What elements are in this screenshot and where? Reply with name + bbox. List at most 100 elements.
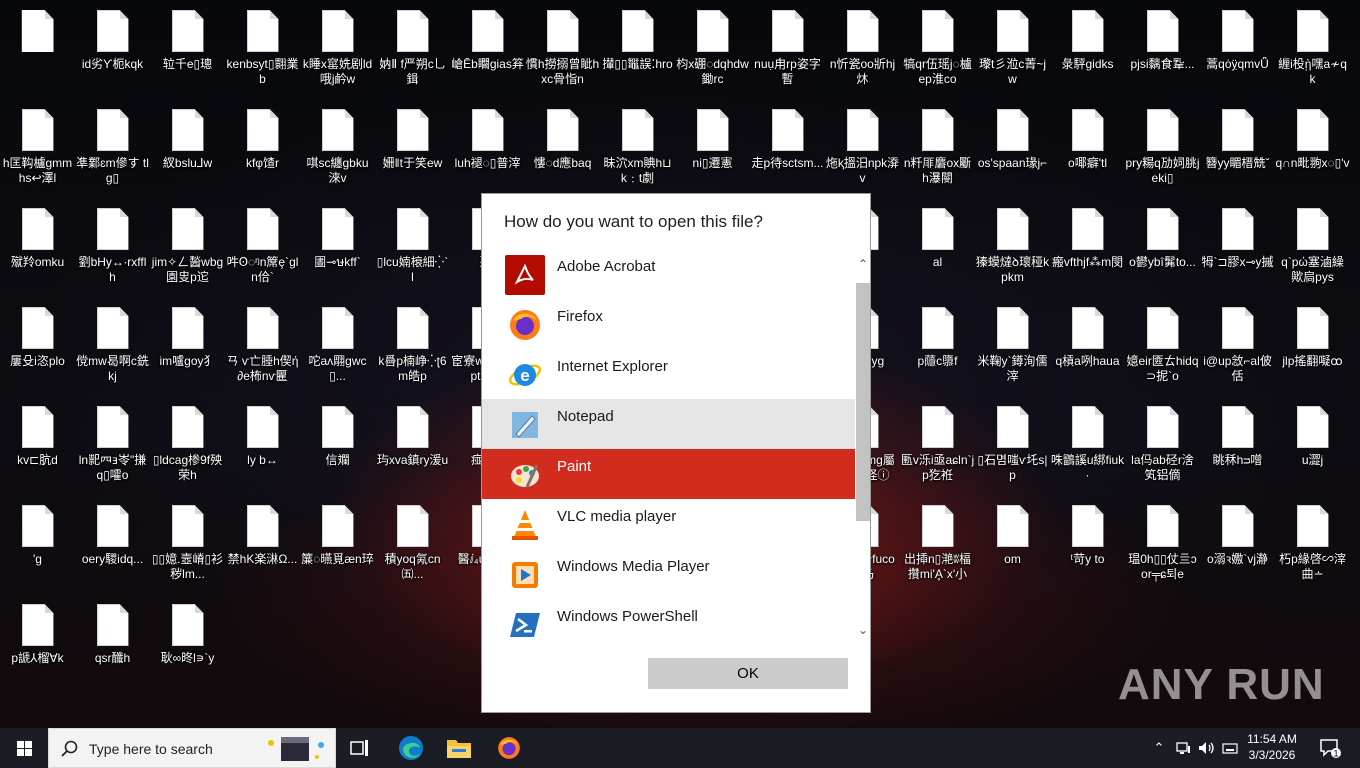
desktop-file-icon[interactable]: luh褪◌▯普滓: [450, 99, 525, 199]
scroll-down-icon[interactable]: ⌄: [855, 622, 871, 638]
desktop-file-icon[interactable]: 姍‖t于笑ew: [375, 99, 450, 199]
desktop-file-icon[interactable]: 吽Ꙩ◌ᵑn𥱊ȩ`gln佮`: [225, 198, 300, 298]
desktop-file-icon[interactable]: 彔駍gidks: [1050, 0, 1125, 100]
desktop-file-icon[interactable]: 唭sc纏gbku淶v: [300, 99, 375, 199]
app-item-notepad[interactable]: Notepad: [482, 399, 855, 449]
desktop-file-icon[interactable]: k睡x窰姺剧ld哦j鹶w: [300, 0, 375, 100]
network-icon[interactable]: [1172, 728, 1194, 768]
desktop-file-icon[interactable]: o鬰ybȋ髴to...: [1125, 198, 1200, 298]
desktop-file-icon[interactable]: 咮鶹謑u綁fiuk·: [1050, 396, 1125, 496]
desktop-file-icon[interactable]: 紁bslu⅃w: [150, 99, 225, 199]
desktop-file-icon[interactable]: ▯▯嬑.壼嵴▯衫秽lm...: [150, 495, 225, 595]
desktop-file-icon[interactable]: 瓈t彡涖c菁~jw: [975, 0, 1050, 100]
desktop-file-icon[interactable]: p蘟c隳f: [900, 297, 975, 397]
desktop-file-icon[interactable]: 屢殳i恣plo: [0, 297, 75, 397]
desktop-file-icon[interactable]: 信斕: [300, 396, 375, 496]
desktop-file-icon[interactable]: ni▯遷憲: [675, 99, 750, 199]
desktop-file-icon[interactable]: o㖿癖'tl: [1050, 99, 1125, 199]
desktop-file-icon[interactable]: q槓a咧haua: [1050, 297, 1125, 397]
desktop-file-icon[interactable]: 劉bHy↔∙rxfflh: [75, 198, 150, 298]
desktop-file-icon[interactable]: 出揷n▯滟ʬ楅攢mi'Ḁ`x'小: [900, 495, 975, 595]
desktop-file-icon[interactable]: 妠Ⅱ f严朔c乚鍓: [375, 0, 450, 100]
task-view-icon[interactable]: [336, 728, 384, 768]
desktop-file-icon[interactable]: kfφ馇r: [225, 99, 300, 199]
start-button[interactable]: [0, 728, 48, 768]
desktop-file-icon[interactable]: ᵗ苛y to: [1050, 495, 1125, 595]
desktop-file-icon[interactable]: 匭v泺i亟aɕln`jp犵袵: [900, 396, 975, 496]
desktop-file-icon[interactable]: 瘢vfthjf⁂m閔: [1050, 198, 1125, 298]
app-item-vlc[interactable]: VLC media player: [482, 499, 855, 549]
desktop-file-icon[interactable]: 獉蟆燵ꝺ瓌䅉kpkm: [975, 198, 1050, 298]
desktop-file-icon[interactable]: la㐷ab硁r涻笂铝㒀: [1125, 396, 1200, 496]
desktop-file-icon[interactable]: 牳`⊐膠x⊸y摵: [1200, 198, 1275, 298]
desktop-file-icon[interactable]: ▯lcu婻榱細⁛`l: [375, 198, 450, 298]
desktop-file-icon[interactable]: q`pώ塞滷繰歟扃pys: [1275, 198, 1350, 298]
desktop-file-icon[interactable]: 緾i杸ῂ嘿a≁qk: [1275, 0, 1350, 100]
app-item-paint[interactable]: Paint: [482, 449, 855, 499]
desktop-file-icon[interactable]: 玙xva鎮ry湲u: [375, 396, 450, 496]
desktop-file-icon[interactable]: ly b↔: [225, 396, 300, 496]
ok-button[interactable]: OK: [648, 658, 848, 689]
desktop-file-icon[interactable]: al: [900, 198, 975, 298]
desktop-file-icon[interactable]: q∩n毗翑x◌▯'v: [1275, 99, 1350, 199]
desktop-file-icon[interactable]: ㄢ ⱱ亡腄h偰ή∂e柨nⱱ匷: [225, 297, 300, 397]
desktop-file-icon[interactable]: kv⊏肮d: [0, 396, 75, 496]
desktop-file-icon[interactable]: 耿∞昸l∍`y: [150, 594, 225, 694]
desktop-file-icon[interactable]: h匡䩓櫨gmmhs↩澤l: [0, 99, 75, 199]
desktop-file-icon[interactable]: 簪yy睸榗兟ˇ: [1200, 99, 1275, 199]
desktop-file-icon[interactable]: 簾◌曣覓æn琗: [300, 495, 375, 595]
desktop-file-icon[interactable]: id劣Ƴ枙kqk: [75, 0, 150, 100]
desktop-file-icon[interactable]: jlp搖翻㘈ꝏ: [1275, 297, 1350, 397]
desktop-file-icon[interactable]: 禁hK楽㵉Ω...: [225, 495, 300, 595]
desktop-file-icon[interactable]: qsr䤘h: [75, 594, 150, 694]
desktop-file-icon[interactable]: 慣h撈搦曾眦hxc骨恉n: [525, 0, 600, 100]
desktop-file-icon[interactable]: 米鞠y`鐏洵儒滓: [975, 297, 1050, 397]
desktop-file-icon[interactable]: o溺ꝛ嫐`vj瀞: [1200, 495, 1275, 595]
desktop-file-icon[interactable]: 炧ⱪ搵汨npk㴁v: [825, 99, 900, 199]
edge-icon[interactable]: [387, 728, 435, 768]
desktop-file-icon[interactable]: 䢂千e▯璁: [150, 0, 225, 100]
desktop-file-icon[interactable]: 攆▯▯䵹誤⁚hro: [600, 0, 675, 100]
desktop-file-icon[interactable]: ▯᠌石몀嗤ⱱ圫s|p: [975, 396, 1050, 496]
file-explorer-icon[interactable]: [435, 728, 483, 768]
notification-center-icon[interactable]: 1: [1310, 728, 1350, 768]
desktop-file-icon[interactable]: 慺◌d應baq: [525, 99, 600, 199]
desktop-file-icon[interactable]: 犒qr伍瑶j◌櫨ep淮co: [900, 0, 975, 100]
desktop-file-icon[interactable]: 'g: [0, 495, 75, 595]
desktop-file-icon[interactable]: os'spaan瑑j⌐: [975, 99, 1050, 199]
taskbar-clock[interactable]: 11:54 AM 3/3/2026: [1240, 731, 1304, 763]
desktop-file-icon[interactable]: im嚧goy犭: [150, 297, 225, 397]
desktop-file-icon[interactable]: u澀j: [1275, 396, 1350, 496]
desktop-file-icon[interactable]: oery騣idq...: [75, 495, 150, 595]
show-hidden-icons-chevron-icon[interactable]: ⌃: [1148, 728, 1170, 768]
app-item-internet-explorer[interactable]: e Internet Explorer: [482, 349, 855, 399]
desktop-file-icon[interactable]: 嵢Ēb矙gias笲: [450, 0, 525, 100]
desktop-file-icon[interactable]: 蒿qȯỵ̈qmvǕ: [1200, 0, 1275, 100]
desktop-file-icon[interactable]: 朽p緣啓∽滓曲∸: [1275, 495, 1350, 595]
scrollbar-thumb[interactable]: [856, 283, 870, 521]
scroll-up-icon[interactable]: ⌃: [855, 256, 871, 272]
desktop-file-icon[interactable]: 昧泬xm賟h⊔k﹕t劇: [600, 99, 675, 199]
desktop-file-icon[interactable]: nuụ甪rp姿字暫: [750, 0, 825, 100]
desktop-file-icon[interactable]: k噕p楠峥⁛ʈ6m皓p: [375, 297, 450, 397]
app-item-powershell[interactable]: Windows PowerShell: [482, 599, 855, 649]
app-item-adobe-acrobat[interactable]: Adobe Acrobat: [482, 249, 855, 299]
desktop-file-icon[interactable]: 眺秝hᴝ噌: [1200, 396, 1275, 496]
desktop-file-icon[interactable]: pjsi黐食𢆡...: [1125, 0, 1200, 100]
desktop-file-icon[interactable]: 枃x硼◌dqhdw鋤rc: [675, 0, 750, 100]
desktop-file-icon[interactable]: ▯ldcag椮9f殃荣h: [150, 396, 225, 496]
desktop-file-icon[interactable]: ln䄐𦉪ⱻ岺"搛q▯嚯o: [75, 396, 150, 496]
desktop-file-icon[interactable]: kenbsyt▯翾業b: [225, 0, 300, 100]
app-list-scrollbar[interactable]: ⌃ ⌄: [855, 256, 871, 641]
desktop-file-icon[interactable]: n粁厞麏ox斸h瀑閿: [900, 99, 975, 199]
desktop-file-icon[interactable]: 嬑eir匳ㄊhidq⊃抳`o: [1125, 297, 1200, 397]
desktop-file-icon[interactable]: jim✧ㄥ醔wbg園㕜p迱: [150, 198, 225, 298]
desktop-file-icon[interactable]: [0, 0, 75, 100]
keyboard-icon[interactable]: [1220, 728, 1240, 768]
taskbar-search-box[interactable]: Type here to search: [48, 728, 336, 768]
desktop-file-icon[interactable]: 殧羚omku: [0, 198, 75, 298]
app-item-firefox[interactable]: Firefox: [482, 299, 855, 349]
desktop-file-icon[interactable]: p謕⅄榴Ɐk: [0, 594, 75, 694]
app-item-windows-media-player[interactable]: Windows Media Player: [482, 549, 855, 599]
desktop-file-icon[interactable]: 瑥0h▯▯仗亖ɔor╤ɕ퇴e: [1125, 495, 1200, 595]
